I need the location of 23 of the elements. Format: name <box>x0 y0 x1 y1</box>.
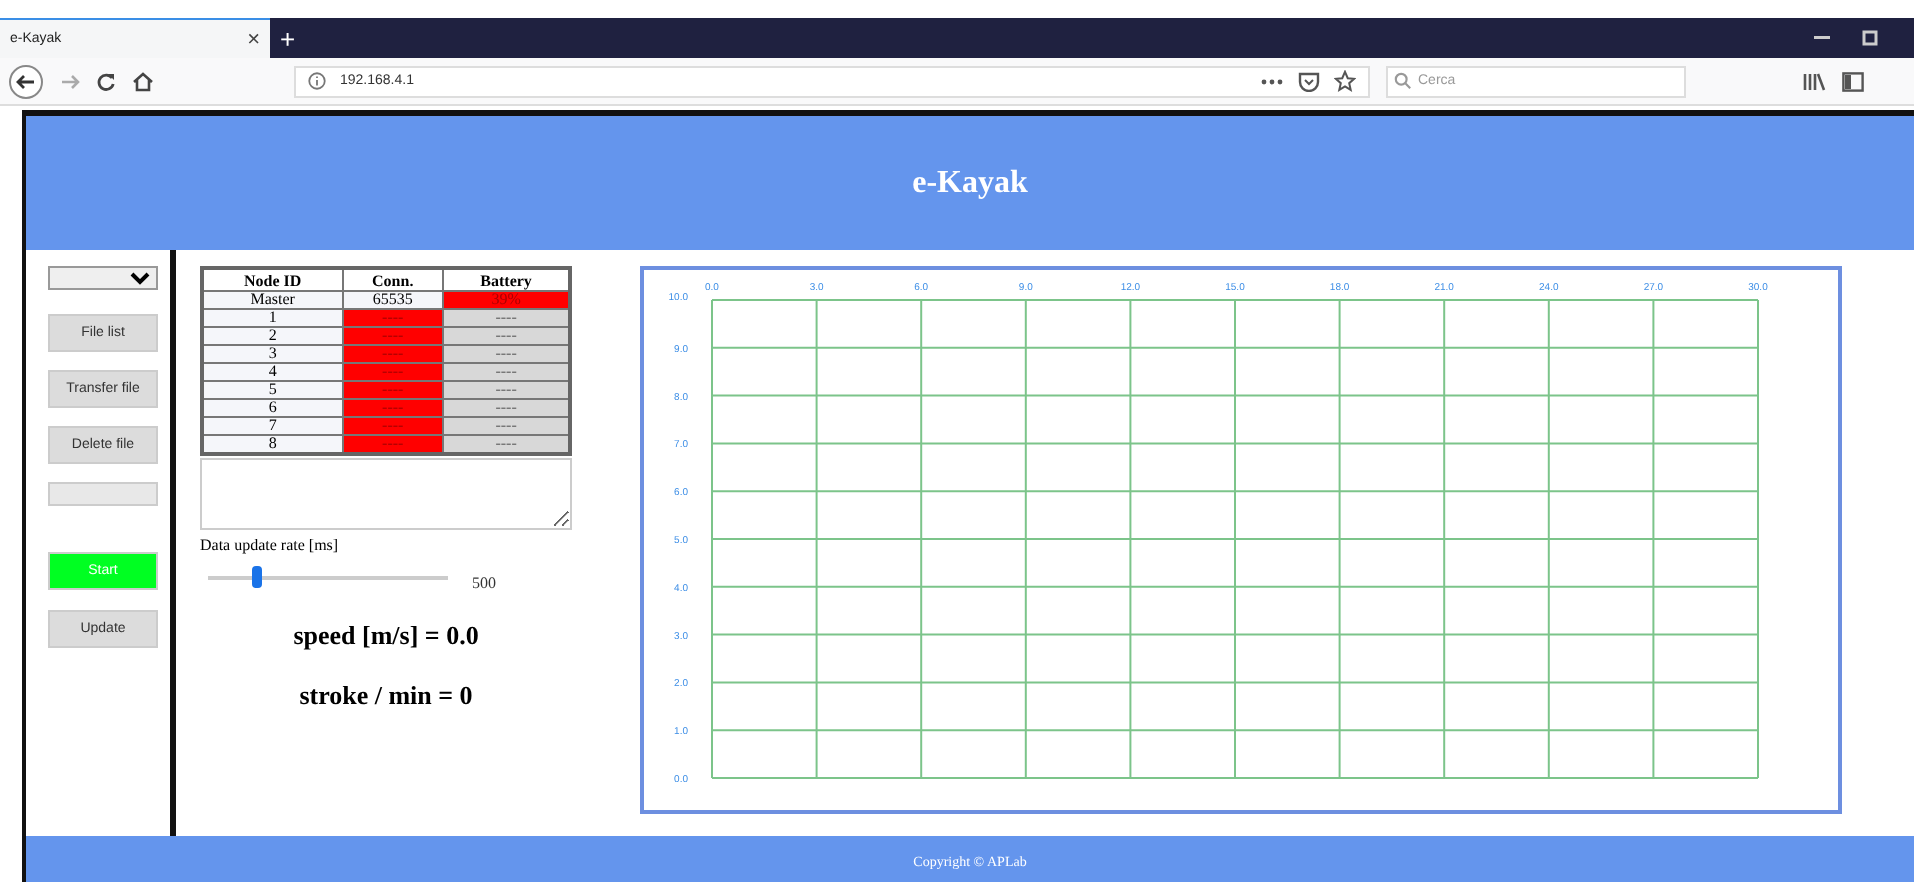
rate-label: Data update rate [ms] <box>200 536 341 554</box>
more-icon[interactable] <box>1260 77 1284 85</box>
star-icon[interactable] <box>1334 70 1356 92</box>
dropdown[interactable] <box>48 266 158 290</box>
library-icon[interactable] <box>1802 71 1826 91</box>
rate-reading: 500 <box>472 574 496 592</box>
search-icon <box>1394 72 1412 90</box>
new-tab-button[interactable]: + <box>280 23 296 53</box>
input-field[interactable] <box>48 482 158 506</box>
back-icon[interactable] <box>8 63 44 99</box>
reload-icon[interactable] <box>96 71 116 91</box>
shield-icon[interactable] <box>1298 71 1320 91</box>
minimize-icon[interactable] <box>1814 36 1830 40</box>
page-title: e-Kayak <box>912 165 1028 201</box>
restore-icon[interactable] <box>1862 30 1878 46</box>
sidebar-icon[interactable] <box>1842 71 1864 91</box>
home-icon[interactable] <box>132 71 154 91</box>
info-icon <box>308 72 326 90</box>
close-tab-button[interactable]: × <box>247 27 260 51</box>
speed-readout: speed [m/s] = 0.0 <box>291 620 481 652</box>
stroke-readout: stroke / min = 0 <box>297 680 475 712</box>
table-cell: 8 <box>202 435 343 454</box>
slider-thumb[interactable] <box>252 566 262 588</box>
